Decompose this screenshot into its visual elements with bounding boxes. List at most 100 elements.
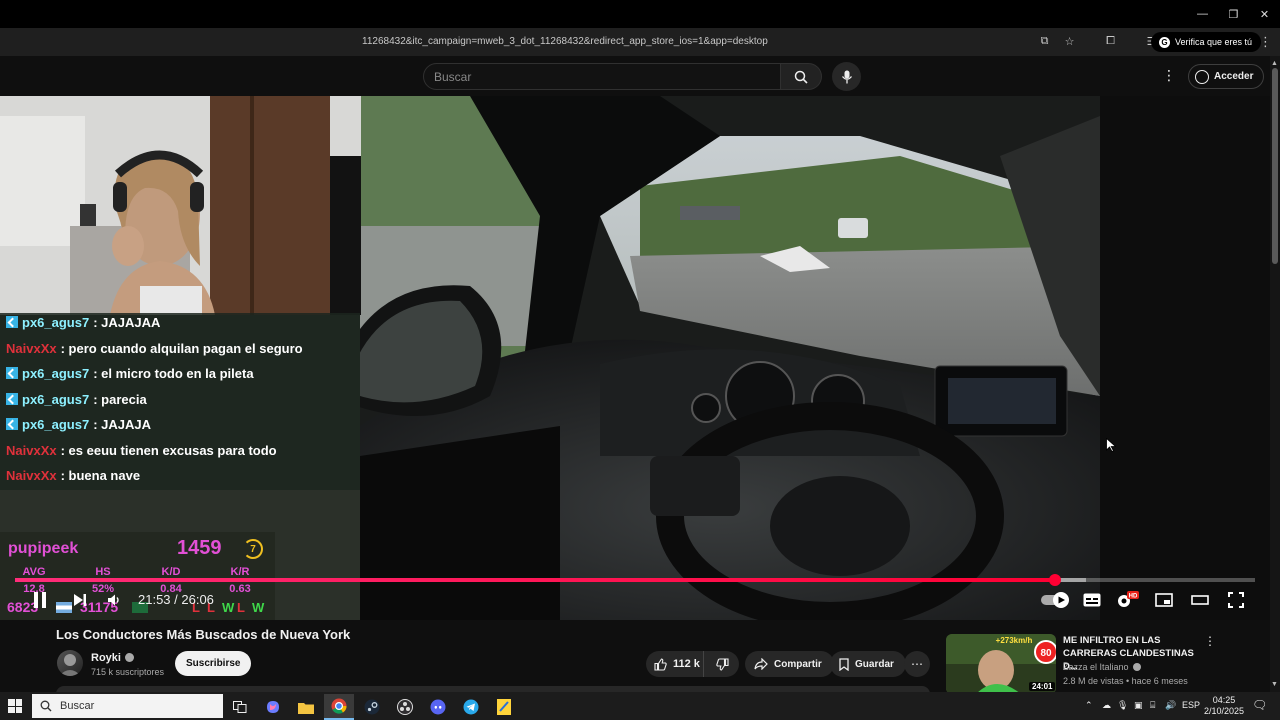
player-name: pupipeek (8, 540, 79, 557)
task-view-icon[interactable] (225, 694, 255, 720)
channel-avatar[interactable] (57, 650, 83, 676)
tray-app-icon[interactable]: ▣ (1134, 700, 1143, 711)
chrome-icon[interactable] (324, 694, 354, 720)
chat-badge-icon (6, 316, 18, 328)
signin-label: Acceder (1214, 71, 1254, 82)
tray-language[interactable]: ESP (1182, 700, 1200, 710)
address-bar[interactable]: 11268432&itc_campaign=mweb_3_dot_1126843… (0, 28, 1280, 56)
scroll-down-arrow-icon[interactable]: ▼ (1271, 681, 1278, 688)
thumbnail-speed-text: +273km/h (996, 636, 1033, 645)
pause-button[interactable] (27, 588, 53, 612)
autoplay-toggle[interactable] (1040, 588, 1072, 612)
fullscreen-button[interactable] (1223, 588, 1249, 612)
tray-overflow-icon[interactable]: ⌃ (1085, 700, 1093, 711)
recommended-duration: 24:01 (1029, 682, 1056, 691)
recommended-menu-icon[interactable]: ⋮ (1204, 634, 1216, 648)
video-title: Los Conductores Más Buscados de Nueva Yo… (56, 627, 351, 642)
seek-bar[interactable] (15, 574, 1255, 586)
signin-button[interactable]: Acceder (1188, 64, 1265, 89)
video-player[interactable]: px6_agus7: JAJAJAA NaivxXx: pero cuando a… (0, 96, 1280, 661)
tray-microphone-icon[interactable]: 🎙 (1117, 700, 1128, 711)
taskbar-search[interactable] (32, 694, 223, 718)
obs-icon[interactable] (390, 694, 420, 720)
restore-icon[interactable]: ❐ (1218, 0, 1249, 28)
settings-menu-icon[interactable]: ⋮ (1162, 67, 1176, 84)
save-label: Guardar (855, 658, 894, 670)
tray-cloud-icon[interactable]: ☁ (1102, 700, 1111, 711)
sticky-app-icon[interactable] (489, 694, 519, 720)
stat-label: K/D (161, 566, 181, 578)
player-elo: 1459 (177, 537, 222, 559)
scrollbar-thumb[interactable] (1272, 68, 1278, 264)
verified-icon (124, 653, 134, 662)
search-icon (40, 700, 52, 712)
more-actions-button[interactable]: ⋯ (904, 651, 930, 677)
install-app-icon[interactable]: ⧉ (1036, 33, 1053, 50)
chat-username: NaivxXx (6, 442, 57, 458)
notifications-icon[interactable]: 🗨 (1252, 698, 1267, 712)
subscribe-button[interactable]: Suscribirse (175, 651, 252, 676)
share-button[interactable]: Compartir (745, 651, 834, 677)
volume-button[interactable] (101, 588, 127, 612)
taskbar-search-input[interactable] (60, 700, 210, 712)
miniplayer-button[interactable] (1151, 588, 1177, 612)
miniplayer-icon (1155, 593, 1173, 607)
stat-label: K/R (230, 566, 250, 578)
bookmark-star-icon[interactable]: ☆ (1061, 33, 1078, 50)
chat-text: : parecia (93, 391, 147, 407)
save-button[interactable]: Guardar (830, 651, 906, 677)
dislike-button[interactable] (706, 651, 739, 677)
hd-badge: HD (1129, 594, 1138, 600)
recommended-meta: 2.8 M de vistas • hace 6 meses (1063, 676, 1188, 686)
close-icon[interactable]: ✕ (1249, 0, 1280, 28)
taskbar-clock[interactable]: 04:25 2/10/2025 (1203, 695, 1245, 717)
copilot-icon[interactable] (258, 694, 288, 720)
like-count: 112 k (673, 658, 700, 670)
like-button[interactable]: 112 k (646, 651, 704, 677)
fullscreen-icon (1228, 592, 1244, 608)
search-button[interactable] (781, 63, 822, 90)
like-dislike-group: 112 k (646, 651, 739, 677)
search-input[interactable] (424, 64, 780, 89)
settings-button[interactable]: HD (1115, 588, 1141, 612)
scroll-up-arrow-icon[interactable]: ▲ (1271, 60, 1278, 67)
tray-volume-icon[interactable]: 🔊 (1165, 700, 1176, 711)
telegram-icon[interactable] (456, 694, 486, 720)
search-box (423, 63, 781, 90)
share-icon (754, 658, 768, 670)
verify-label: Verifica que eres tú (1175, 37, 1253, 47)
subtitles-button[interactable] (1079, 588, 1105, 612)
theater-mode-button[interactable] (1187, 588, 1213, 612)
page-scrollbar[interactable] (1270, 56, 1280, 692)
verify-identity-button[interactable]: G Verifica que eres tú (1151, 32, 1262, 52)
microphone-icon (841, 70, 852, 83)
recommended-channel-text: Zazza el Italiano (1063, 662, 1129, 672)
clock-date: 2/10/2025 (1203, 706, 1245, 716)
search-icon (794, 70, 808, 84)
extensions-icon[interactable]: ⧠ (1102, 33, 1119, 50)
chat-text: : el micro todo en la pileta (93, 366, 254, 381)
steam-icon[interactable] (357, 694, 387, 720)
channel-name[interactable]: Royki (91, 652, 134, 664)
tray-network-icon[interactable]: ⌸ (1150, 700, 1155, 711)
share-label: Compartir (774, 658, 822, 670)
file-explorer-icon[interactable] (291, 694, 321, 720)
windows-start-icon[interactable] (8, 699, 22, 713)
subscriber-count: 715 k suscriptores (91, 667, 165, 677)
chat-username: px6_agus7 (22, 315, 90, 330)
browser-menu-icon[interactable]: ⋮ (1259, 34, 1272, 50)
window-controls: — ❐ ✕ (1187, 0, 1280, 28)
chat-message: NaivxXx: buena nave (6, 468, 140, 483)
voice-search-button[interactable] (832, 62, 861, 91)
url-text[interactable]: 11268432&itc_campaign=mweb_3_dot_1126843… (362, 36, 768, 47)
theater-icon (1191, 595, 1209, 605)
time-display: 21:53 / 26:06 (138, 592, 214, 607)
recommended-channel[interactable]: Zazza el Italiano (1063, 662, 1141, 672)
chat-message: px6_agus7: el micro todo en la pileta (6, 366, 254, 381)
verified-icon (1132, 663, 1141, 671)
stat-label: AVG (22, 566, 46, 578)
discord-icon[interactable] (423, 694, 453, 720)
next-button[interactable] (67, 588, 93, 612)
minimize-icon[interactable]: — (1187, 0, 1218, 28)
chat-badge-icon (6, 367, 18, 379)
